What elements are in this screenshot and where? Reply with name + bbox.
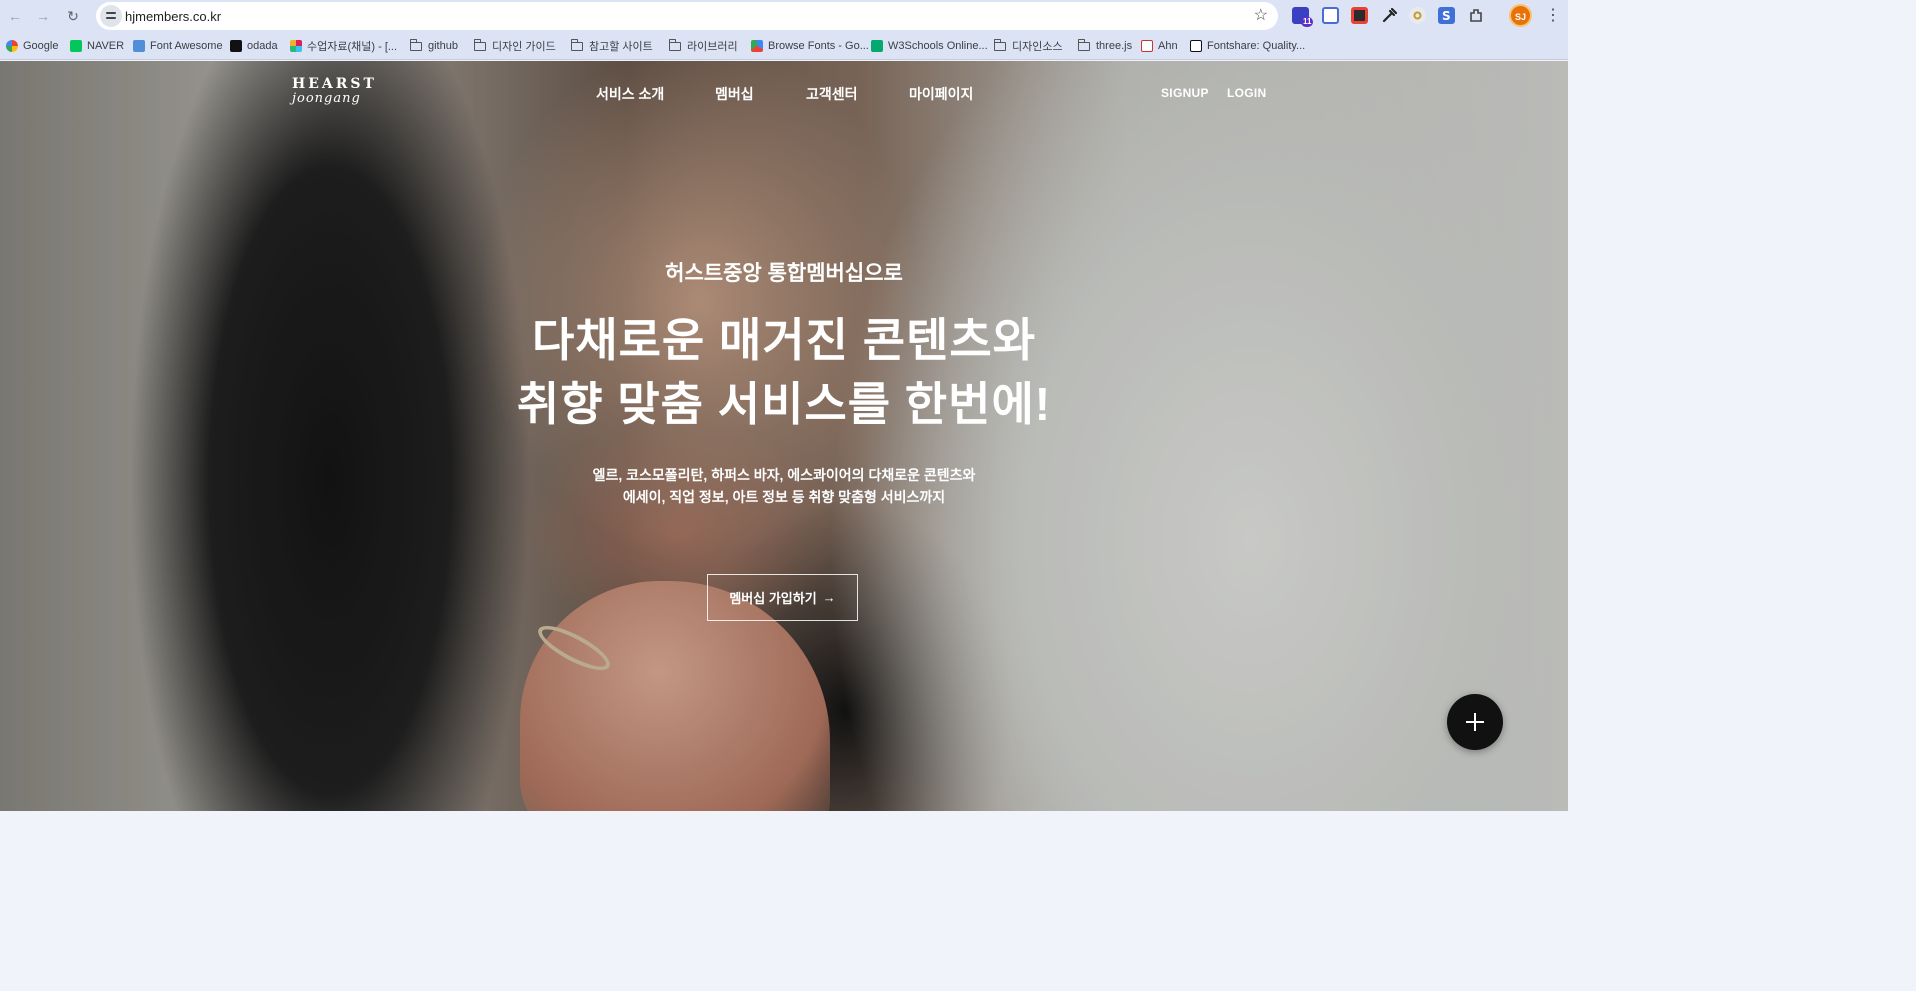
fontshare-icon bbox=[1190, 40, 1202, 52]
forward-icon[interactable]: → bbox=[33, 6, 53, 26]
hero-section: HEARST joongang 서비스 소개 멤버십 고객센터 마이페이지 SI… bbox=[0, 61, 1568, 811]
bookmark-reference-sites[interactable]: 참고할 사이트 bbox=[571, 38, 653, 54]
bookmark-library[interactable]: 라이브러리 bbox=[669, 38, 738, 54]
hero-overlay bbox=[0, 61, 1568, 811]
hero-description-line2: 에세이, 직업 정보, 아트 정보 등 취향 맞춤형 서비스까지 bbox=[622, 489, 946, 505]
bookmark-label: 라이브러리 bbox=[687, 41, 738, 53]
bookmark-label: Ahn bbox=[1158, 40, 1178, 52]
folder-icon bbox=[410, 38, 422, 51]
folder-icon bbox=[669, 38, 681, 51]
bookmark-label: 디자인소스 bbox=[1012, 41, 1063, 53]
bookmark-w3schools[interactable]: W3Schools Online... bbox=[871, 38, 988, 54]
join-membership-button[interactable]: 멤버십 가입하기 → bbox=[707, 574, 858, 621]
back-icon[interactable]: ← bbox=[5, 6, 25, 26]
folder-icon bbox=[571, 38, 583, 51]
ahn-icon bbox=[1141, 40, 1153, 52]
bookmark-design-guide[interactable]: 디자인 가이드 bbox=[474, 38, 556, 54]
bookmark-naver[interactable]: NAVER bbox=[70, 38, 124, 54]
bookmark-label: 디자인 가이드 bbox=[492, 41, 556, 53]
bookmarks-bar: Google NAVER Font Awesome odada 수업자료(채널)… bbox=[0, 32, 1568, 60]
odada-icon bbox=[230, 40, 242, 52]
nav-my-page[interactable]: 마이페이지 bbox=[909, 84, 973, 104]
join-membership-label: 멤버십 가입하기 bbox=[729, 591, 817, 606]
bookmark-ahn[interactable]: Ahn bbox=[1141, 38, 1178, 54]
bookmark-label: odada bbox=[247, 40, 278, 52]
hero-eyebrow: 허스트중앙 통합멤버십으로 bbox=[665, 262, 903, 285]
nav-service-intro[interactable]: 서비스 소개 bbox=[596, 84, 664, 104]
nav-membership[interactable]: 멤버십 bbox=[715, 84, 754, 104]
eyedropper-icon[interactable] bbox=[1381, 7, 1398, 24]
bookmark-label: Font Awesome bbox=[150, 40, 223, 52]
bookmark-label: W3Schools Online... bbox=[888, 40, 988, 52]
folder-icon bbox=[474, 38, 486, 51]
bookmark-threejs[interactable]: three.js bbox=[1078, 38, 1132, 54]
bookmark-star-icon[interactable]: ☆ bbox=[1254, 5, 1268, 25]
login-link[interactable]: LOGIN bbox=[1227, 86, 1267, 100]
arrow-right-icon: → bbox=[822, 590, 836, 605]
svg-text:S: S bbox=[1442, 9, 1451, 23]
site-logo[interactable]: HEARST joongang bbox=[292, 76, 377, 106]
reload-icon[interactable]: ↻ bbox=[63, 6, 83, 26]
hero-description-line1: 엘르, 코스모폴리탄, 하퍼스 바자, 에스콰이어의 다채로운 콘텐츠와 bbox=[592, 467, 976, 483]
bookmark-class-materials[interactable]: 수업자료(채널) - [... bbox=[290, 38, 397, 54]
url-text[interactable]: hjmembers.co.kr bbox=[125, 9, 221, 24]
google-fonts-icon bbox=[751, 40, 763, 52]
bookmark-fontshare[interactable]: Fontshare: Quality... bbox=[1190, 38, 1305, 54]
naver-icon bbox=[70, 40, 82, 52]
bookmark-odada[interactable]: odada bbox=[230, 38, 278, 54]
puzzle-extensions-icon[interactable] bbox=[1468, 7, 1485, 24]
bookmark-label: Google bbox=[23, 40, 59, 52]
hero-headline-line1: 다채로운 매거진 콘텐츠와 bbox=[531, 314, 1037, 366]
bookmark-font-awesome[interactable]: Font Awesome bbox=[133, 38, 223, 54]
bookmark-label: Browse Fonts - Go... bbox=[768, 40, 869, 52]
flag-icon bbox=[133, 40, 145, 52]
bookmark-github[interactable]: github bbox=[410, 38, 458, 54]
hero-headline: 다채로운 매거진 콘텐츠와 취향 맞춤 서비스를 한번에! bbox=[0, 308, 1568, 436]
profile-avatar[interactable]: SJ bbox=[1509, 4, 1532, 27]
bookmark-label: 수업자료(채널) - [... bbox=[307, 41, 398, 53]
slack-icon bbox=[290, 40, 302, 52]
extension-icon[interactable]: S bbox=[1438, 7, 1455, 24]
bookmark-browse-fonts[interactable]: Browse Fonts - Go... bbox=[751, 38, 869, 54]
bookmark-design-sources[interactable]: 디자인소스 bbox=[994, 38, 1063, 54]
extension-badge: 11 bbox=[1301, 17, 1314, 27]
nav-customer-center[interactable]: 고객센터 bbox=[806, 84, 858, 104]
bookmark-label: github bbox=[428, 40, 458, 52]
plus-fab-button[interactable] bbox=[1447, 694, 1503, 750]
more-menu-icon[interactable]: ⋮ bbox=[1545, 6, 1561, 26]
browser-toolbar: ← → ↻ hjmembers.co.kr ☆ 11 S SJ ⋮ bbox=[0, 0, 1568, 32]
w3schools-icon bbox=[871, 40, 883, 52]
logo-text-top: HEARST bbox=[292, 76, 377, 92]
logo-text-bottom: joongang bbox=[292, 91, 361, 106]
hero-headline-line2: 취향 맞춤 서비스를 한번에! bbox=[516, 378, 1052, 430]
site-info-icon[interactable] bbox=[100, 5, 122, 27]
folder-icon bbox=[994, 38, 1006, 51]
signup-link[interactable]: SIGNUP bbox=[1161, 86, 1209, 100]
bookmark-label: 참고할 사이트 bbox=[589, 41, 653, 53]
folder-icon bbox=[1078, 38, 1090, 51]
hero-description: 엘르, 코스모폴리탄, 하퍼스 바자, 에스콰이어의 다채로운 콘텐츠와 에세이… bbox=[0, 464, 1568, 508]
extension-icon[interactable] bbox=[1322, 7, 1339, 24]
bookmark-label: NAVER bbox=[87, 40, 125, 52]
bookmark-label: three.js bbox=[1096, 40, 1133, 52]
bookmark-google[interactable]: Google bbox=[6, 38, 58, 54]
google-icon bbox=[6, 40, 18, 52]
extension-icon[interactable] bbox=[1409, 7, 1426, 24]
bookmark-label: Fontshare: Quality... bbox=[1207, 40, 1306, 52]
address-bar[interactable]: hjmembers.co.kr ☆ bbox=[96, 2, 1278, 30]
extension-icon[interactable] bbox=[1351, 7, 1368, 24]
